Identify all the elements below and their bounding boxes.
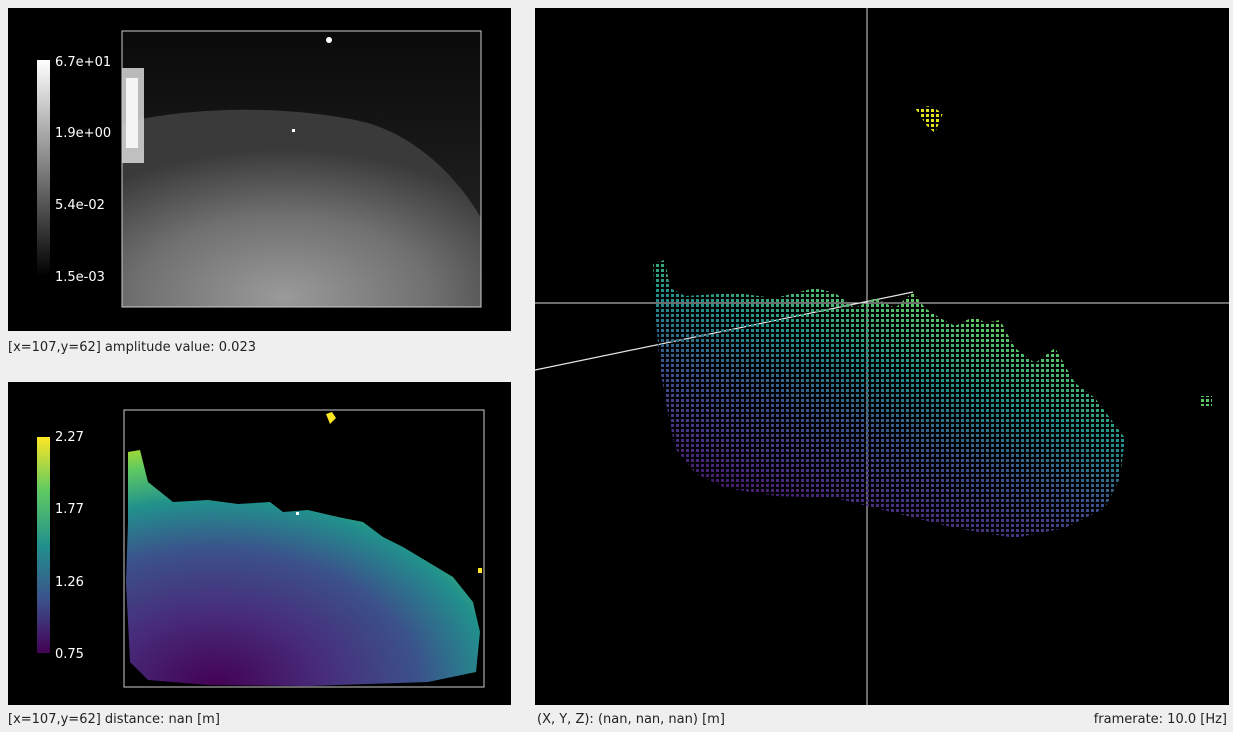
distance-colorbar-tick-1: 1.77 [55,502,84,517]
amplitude-image[interactable] [121,30,482,308]
amplitude-colorbar-tick-3: 1.5e-03 [55,270,105,285]
amplitude-colorbar [37,60,50,276]
point-cloud[interactable] [653,106,1212,538]
framerate-status-text: framerate: 10.0 [Hz] [1093,712,1227,727]
amplitude-status-text: [x=107,y=62] amplitude value: 0.023 [8,340,256,355]
amplitude-image-panel[interactable]: 6.7e+01 1.9e+00 5.4e-02 1.5e-03 [8,8,511,331]
amplitude-colorbar-tick-2: 5.4e-02 [55,198,105,213]
coordinates-status-text: (X, Y, Z): (nan, nan, nan) [m] [537,712,725,727]
pointcloud-3d-view[interactable] [535,8,1229,705]
distance-image[interactable] [123,409,485,688]
amplitude-colorbar-tick-1: 1.9e+00 [55,126,111,141]
distance-colorbar-tick-2: 1.26 [55,575,84,590]
distance-image-panel[interactable]: 2.27 1.77 1.26 0.75 [8,382,511,705]
distance-colorbar [37,437,50,653]
amplitude-colorbar-tick-0: 6.7e+01 [55,55,111,70]
distance-colorbar-tick-0: 2.27 [55,430,84,445]
distance-status-text: [x=107,y=62] distance: nan [m] [8,712,220,727]
distance-colorbar-tick-3: 0.75 [55,647,84,662]
